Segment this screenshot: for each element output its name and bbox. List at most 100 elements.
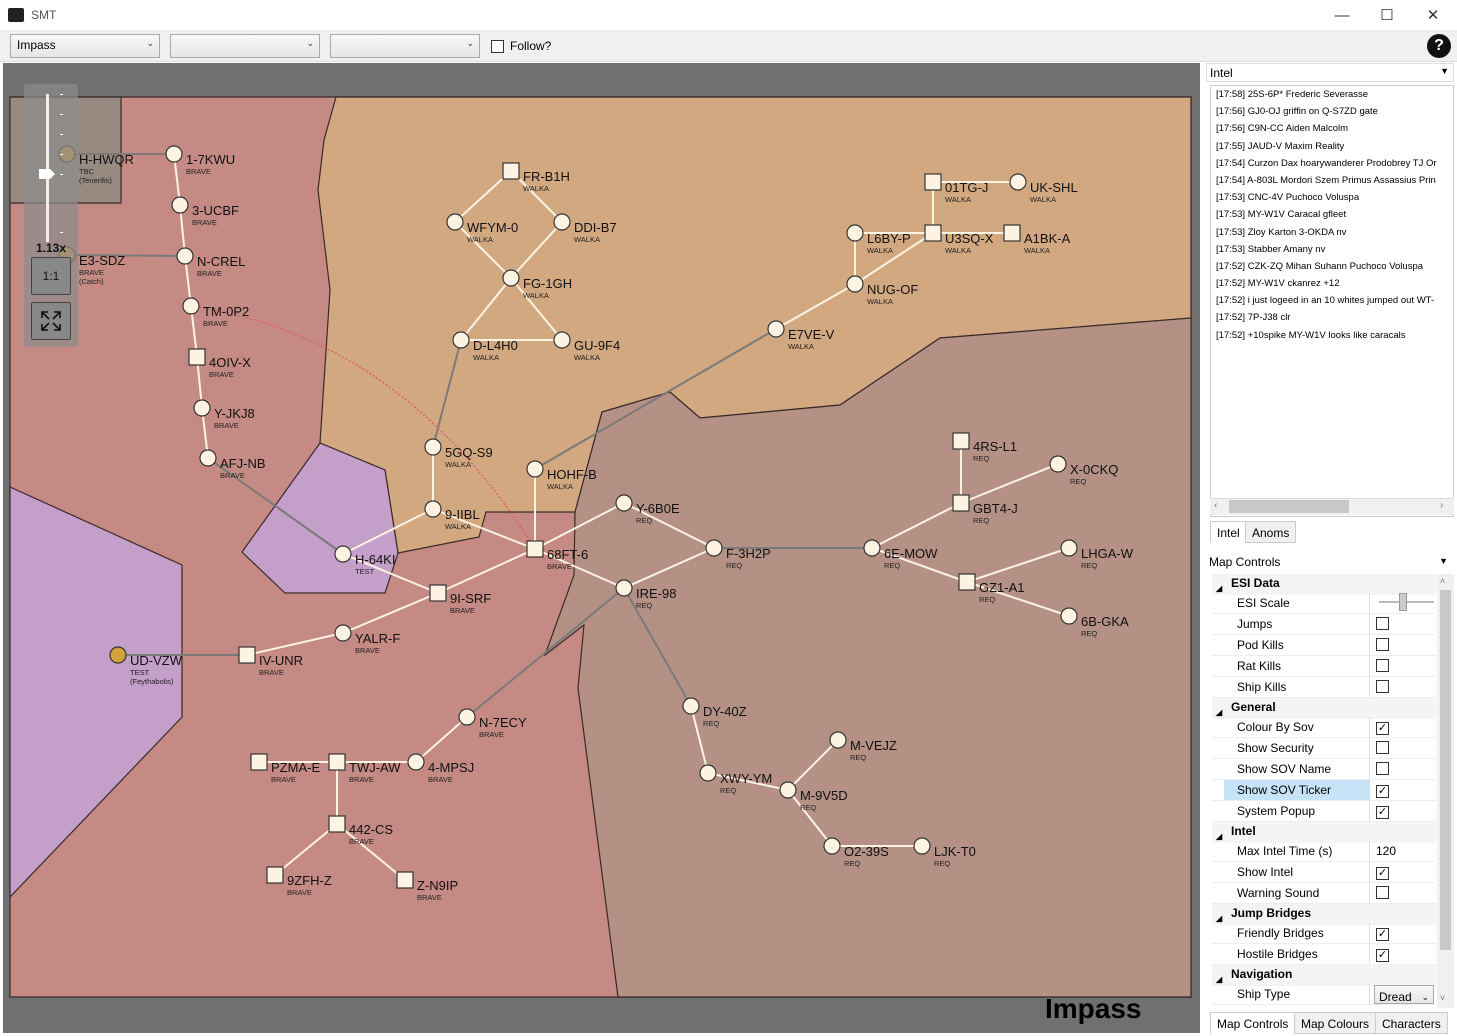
system-marker[interactable] [1003, 224, 1021, 242]
scroll-down-icon[interactable]: ˅ [1440, 993, 1445, 1003]
property-value[interactable]: Dread ⌄ [1369, 984, 1436, 1004]
intel-entry[interactable]: [17:52] +10spike MY-W1V looks like carac… [1211, 327, 1453, 344]
system-node[interactable] [266, 866, 284, 884]
system-node[interactable] [615, 494, 633, 512]
property-name[interactable]: Rat Kills [1224, 656, 1369, 676]
system-node[interactable] [396, 871, 414, 889]
system-marker[interactable] [165, 145, 183, 163]
property-checkbox[interactable] [1376, 886, 1389, 899]
system-marker[interactable] [767, 320, 785, 338]
system-marker[interactable] [526, 460, 544, 478]
system-marker[interactable] [407, 753, 425, 771]
property-row[interactable]: Warning Sound [1212, 883, 1436, 904]
system-marker[interactable] [1060, 607, 1078, 625]
system-node[interactable] [924, 224, 942, 242]
property-value[interactable] [1369, 883, 1436, 903]
system-node[interactable] [863, 539, 881, 557]
system-marker[interactable] [553, 213, 571, 231]
system-marker[interactable] [952, 432, 970, 450]
character-select[interactable]: ⌄ [330, 34, 480, 58]
property-text-value[interactable]: 120 [1376, 844, 1396, 858]
ship-type-select[interactable]: Dread ⌄ [1374, 985, 1434, 1004]
intel-entry[interactable]: [17:54] A-803L Mordori Szem Primus Assas… [1211, 172, 1453, 189]
property-name[interactable]: System Popup [1224, 801, 1369, 821]
system-marker[interactable] [199, 449, 217, 467]
follow-toggle[interactable]: Follow? [491, 39, 551, 53]
region-select[interactable]: Impass ⌄ [10, 34, 160, 58]
intel-entry[interactable]: [17:56] C9N-CC Aiden Malcolm [1211, 120, 1453, 137]
property-row[interactable]: Show SOV Ticker ✓ [1212, 780, 1436, 801]
system-marker[interactable] [952, 494, 970, 512]
system-node[interactable] [829, 731, 847, 749]
tab-intel[interactable]: Intel [1210, 521, 1247, 543]
system-marker[interactable] [958, 573, 976, 591]
system-node[interactable] [846, 275, 864, 293]
system-marker[interactable] [182, 297, 200, 315]
property-name[interactable]: Pod Kills [1224, 635, 1369, 655]
system-node[interactable] [171, 196, 189, 214]
property-name[interactable]: Jumps [1224, 614, 1369, 634]
system-marker[interactable] [924, 224, 942, 242]
system-marker[interactable] [682, 697, 700, 715]
system-marker[interactable] [328, 753, 346, 771]
system-node[interactable] [238, 646, 256, 664]
property-checkbox[interactable] [1376, 762, 1389, 775]
property-category[interactable]: ◢ General [1212, 698, 1436, 719]
system-marker[interactable] [193, 399, 211, 417]
system-marker[interactable] [188, 348, 206, 366]
system-node[interactable] [1009, 173, 1027, 191]
intel-panel-header[interactable]: Intel ▼ [1206, 63, 1454, 82]
system-marker[interactable] [446, 213, 464, 231]
system-node[interactable] [176, 247, 194, 265]
system-node[interactable] [502, 269, 520, 287]
property-checkbox[interactable]: ✓ [1376, 867, 1389, 880]
system-node[interactable] [958, 573, 976, 591]
intel-scrollbar-thumb[interactable] [1229, 500, 1349, 513]
system-marker[interactable] [238, 646, 256, 664]
intel-entry[interactable]: [17:52] CZK-ZQ Mihan Suhann Puchoco Volu… [1211, 258, 1453, 275]
scroll-up-icon[interactable]: ˄ [1440, 576, 1445, 586]
property-name[interactable]: Show SOV Ticker [1224, 780, 1369, 800]
system-marker[interactable] [779, 781, 797, 799]
system-marker[interactable] [553, 331, 571, 349]
system-node[interactable] [1049, 455, 1067, 473]
system-marker[interactable] [424, 438, 442, 456]
intel-entry[interactable]: [17:58] 25S-6P* Frederic Severasse [1211, 86, 1453, 103]
property-value[interactable]: ✓ [1369, 923, 1436, 943]
system-marker[interactable] [924, 173, 942, 191]
property-row[interactable]: Ship Kills [1212, 677, 1436, 698]
property-name[interactable]: Show SOV Name [1224, 759, 1369, 779]
map-controls-header[interactable]: Map Controls ▼ [1206, 553, 1454, 573]
property-value[interactable]: ✓ [1369, 780, 1436, 800]
maximize-button[interactable]: ☐ [1364, 0, 1410, 30]
system-node[interactable] [193, 399, 211, 417]
system-marker[interactable] [526, 540, 544, 558]
system-marker[interactable] [502, 269, 520, 287]
intel-entry[interactable]: [17:52] i just logeed in an 10 whites ju… [1211, 292, 1453, 309]
property-category[interactable]: ◢ Navigation [1212, 965, 1436, 986]
property-name[interactable]: ESI Scale [1224, 593, 1369, 613]
property-checkbox[interactable]: ✓ [1376, 949, 1389, 962]
scroll-right-icon[interactable]: › [1440, 500, 1443, 511]
system-node[interactable] [1003, 224, 1021, 242]
system-node[interactable] [526, 460, 544, 478]
property-checkbox[interactable]: ✓ [1376, 785, 1389, 798]
system-node[interactable] [334, 624, 352, 642]
follow-checkbox[interactable] [491, 39, 504, 53]
zoom-slider-thumb[interactable] [39, 169, 55, 179]
property-category[interactable]: ◢ ESI Data [1212, 574, 1436, 595]
system-marker[interactable] [396, 871, 414, 889]
system-node[interactable] [924, 173, 942, 191]
system-node[interactable] [328, 753, 346, 771]
system-marker[interactable] [823, 837, 841, 855]
system-marker[interactable] [424, 500, 442, 518]
property-row[interactable]: Show Security [1212, 738, 1436, 759]
property-category[interactable]: ◢ Jump Bridges [1212, 904, 1436, 925]
system-marker[interactable] [334, 545, 352, 563]
property-checkbox[interactable]: ✓ [1376, 722, 1389, 735]
property-value[interactable] [1369, 759, 1436, 779]
system-marker[interactable] [913, 837, 931, 855]
tab-map-colours[interactable]: Map Colours [1294, 1012, 1377, 1034]
intel-entry[interactable]: [17:53] CNC-4V Puchoco Voluspa [1211, 189, 1453, 206]
property-value[interactable]: ✓ [1369, 717, 1436, 737]
